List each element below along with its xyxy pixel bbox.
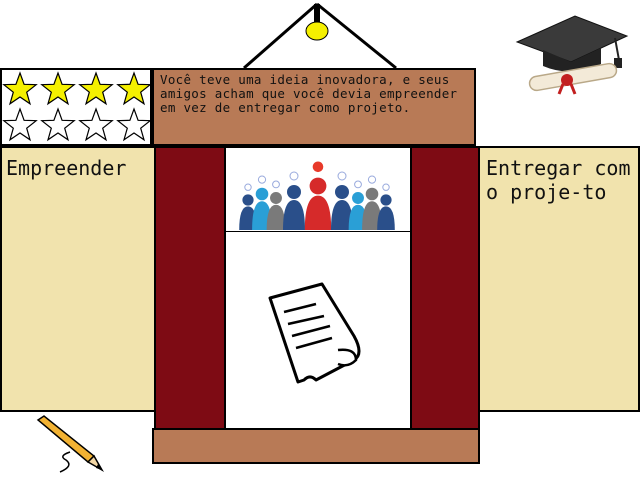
star-filled <box>2 71 38 106</box>
star-filled <box>78 71 114 106</box>
rating-stars <box>0 68 152 146</box>
stage-image-team <box>224 146 412 234</box>
star-empty <box>40 107 76 142</box>
option-right-label: Entregar como proje-to <box>486 156 631 204</box>
star-empty <box>2 107 38 142</box>
stage-image-document <box>224 232 412 430</box>
star-filled <box>40 71 76 106</box>
option-empreender-card[interactable]: Empreender <box>0 146 156 412</box>
star-empty <box>78 107 114 142</box>
diploma-icon <box>528 62 618 95</box>
document-icon <box>268 282 361 384</box>
lamp-icon <box>243 2 397 70</box>
option-left-label: Empreender <box>6 156 127 180</box>
curtain-left <box>154 146 226 430</box>
curtain-right <box>410 146 480 430</box>
team-ideas-icon <box>239 161 395 230</box>
scenario-text: Você teve uma ideia inovadora, e seus am… <box>152 68 476 146</box>
pencil-icon <box>36 415 105 473</box>
star-filled <box>116 71 152 106</box>
option-entregar-card[interactable]: Entregar como proje-to <box>478 146 640 412</box>
star-empty <box>116 107 152 142</box>
stage-base <box>152 428 480 464</box>
